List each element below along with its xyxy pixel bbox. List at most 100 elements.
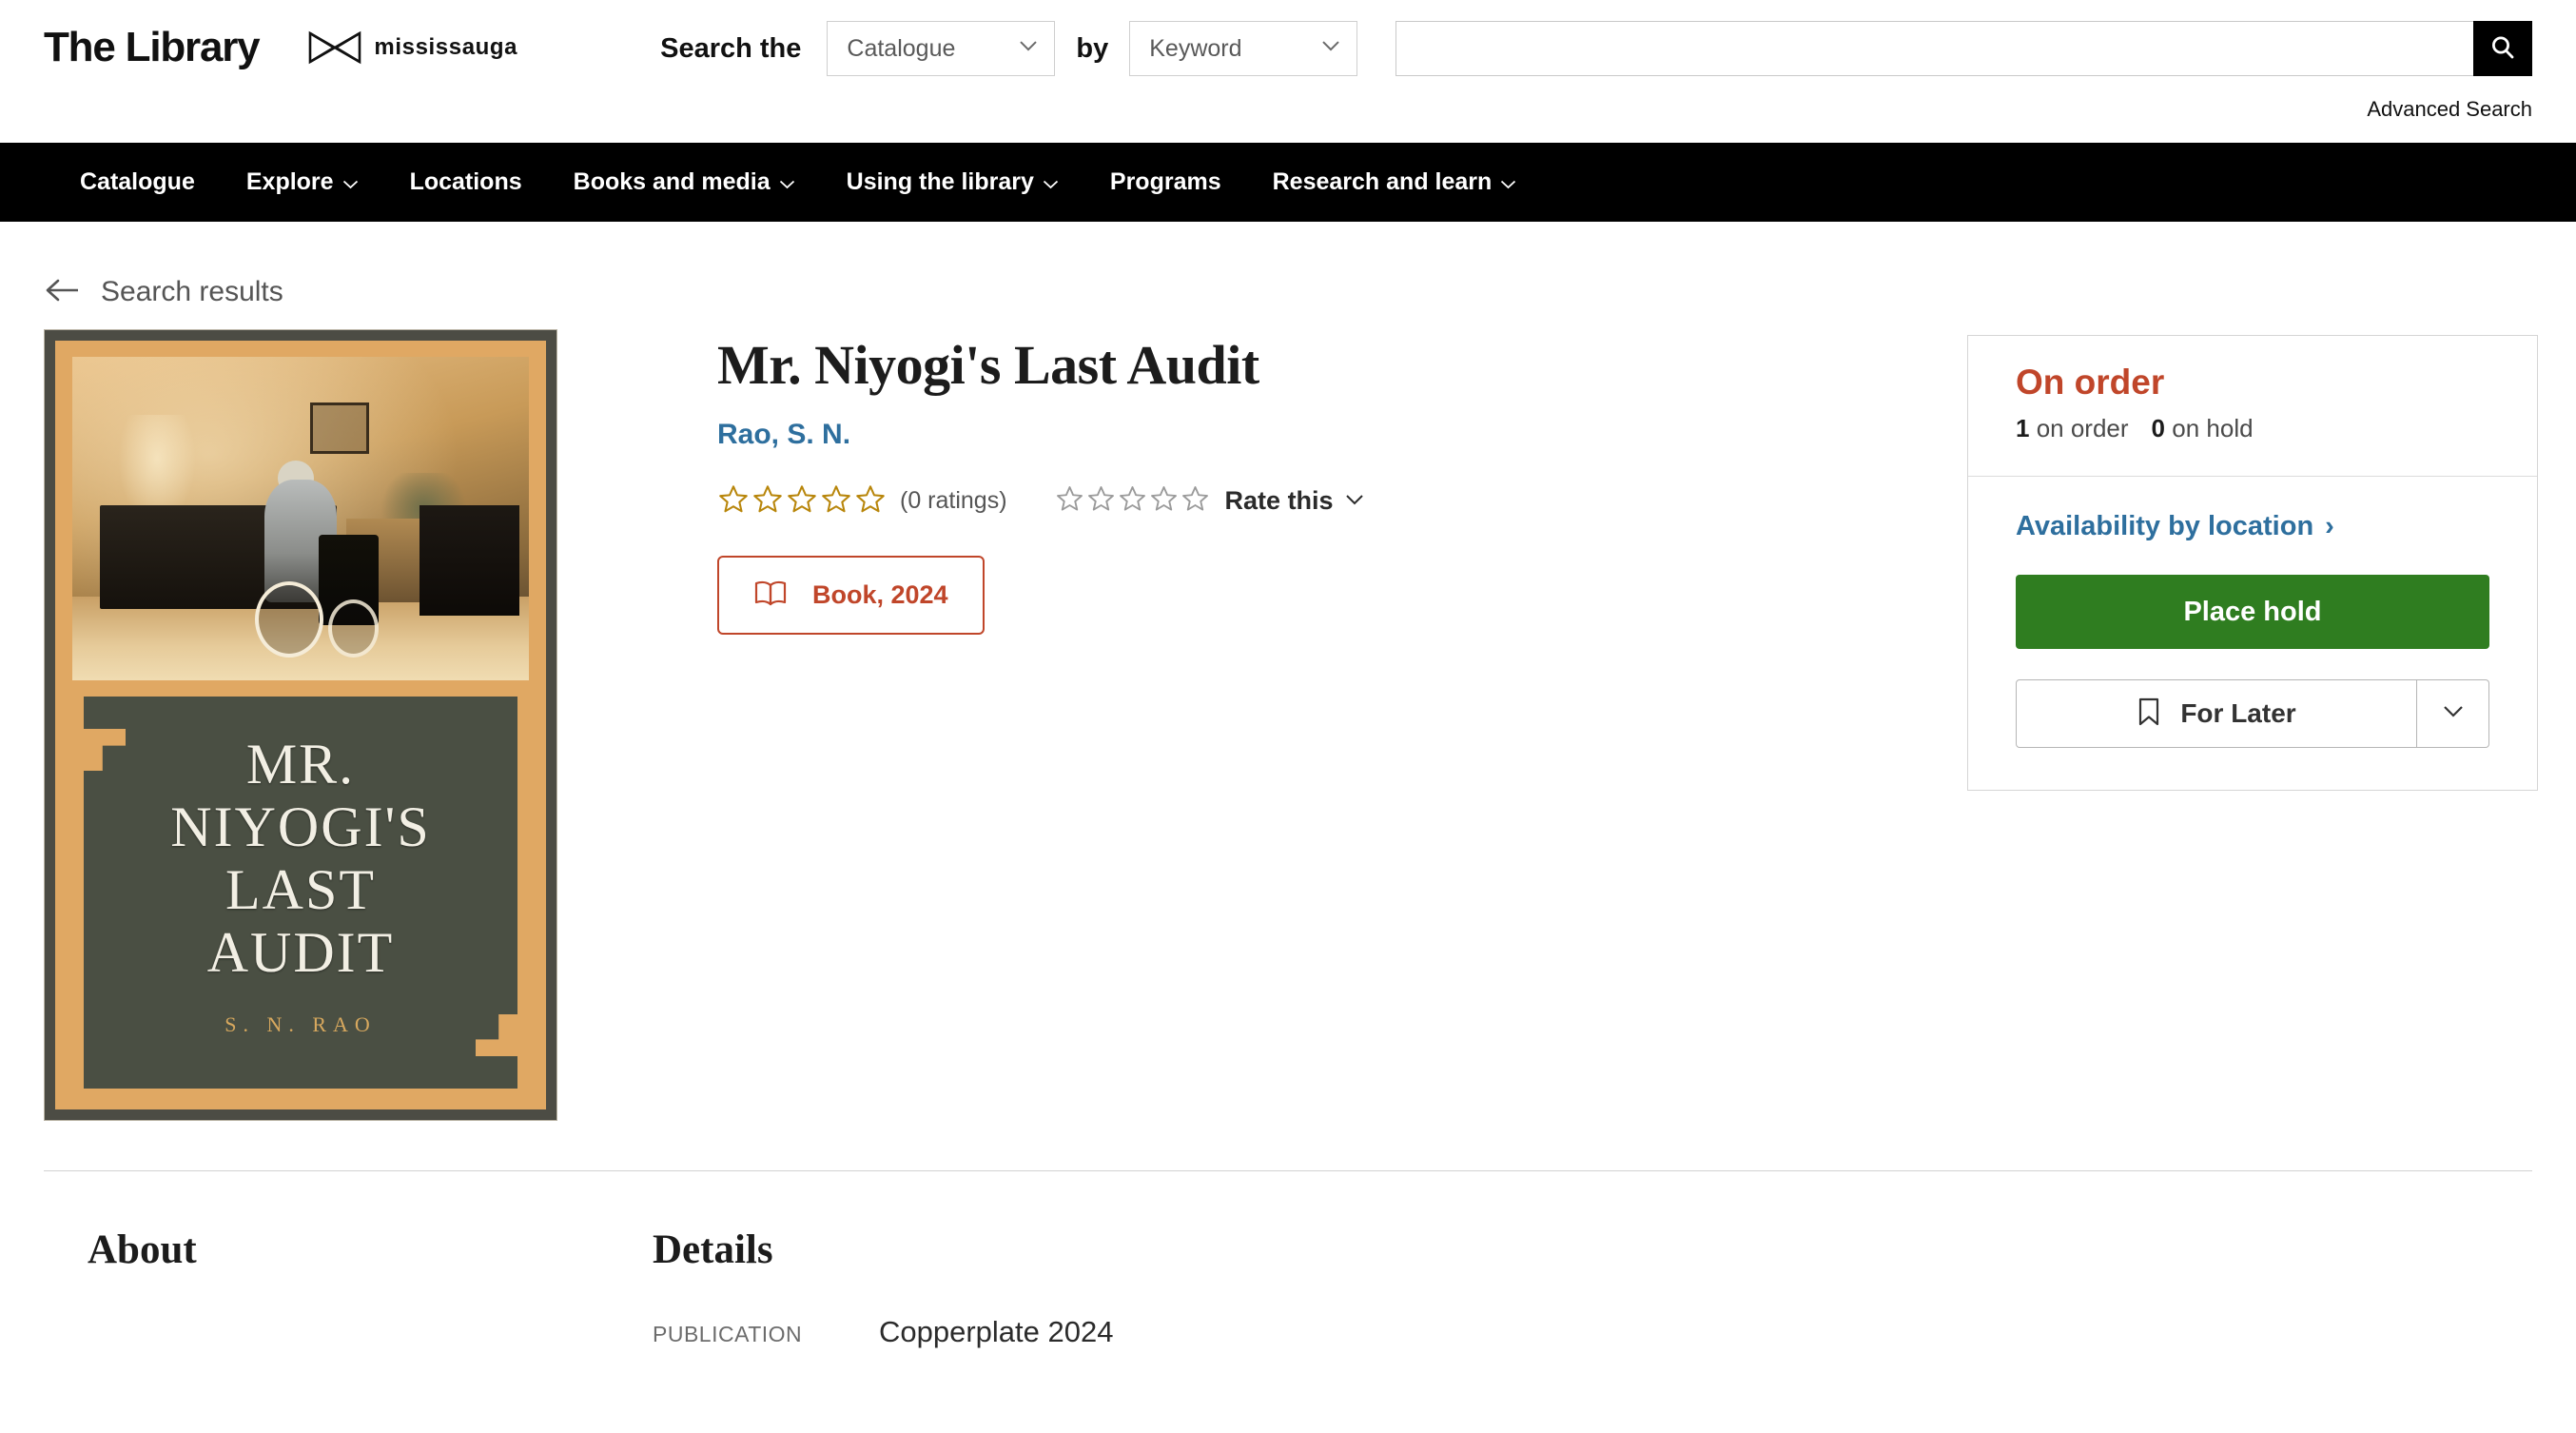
chevron-down-icon	[1345, 493, 1364, 510]
nav-item-programs[interactable]: Programs	[1084, 168, 1247, 196]
ratings-row: (0 ratings) Rate this	[717, 483, 1967, 520]
chevron-down-icon	[342, 168, 359, 196]
nav-item-label: Using the library	[846, 168, 1034, 195]
search-scope-select[interactable]: Catalogue	[827, 21, 1056, 76]
city-logo[interactable]: mississauga	[308, 30, 517, 65]
availability-actions-section: Availability by location › Place hold Fo…	[1968, 477, 2537, 790]
for-later-split-button: For Later	[2016, 679, 2489, 748]
cover-title-line: NIYOGI'S	[170, 795, 431, 858]
cover-inner-frame: MR. NIYOGI'S LAST AUDIT S. N. RAO	[55, 341, 546, 1109]
star-icon[interactable]	[1149, 484, 1179, 518]
book-cover-image[interactable]: MR. NIYOGI'S LAST AUDIT S. N. RAO	[44, 329, 557, 1121]
search-scope-value: Catalogue	[847, 34, 956, 62]
nav-item-catalogue[interactable]: Catalogue	[44, 168, 221, 196]
nav-item-books-and-media[interactable]: Books and media	[548, 168, 821, 196]
primary-nav: Catalogue Explore Locations Books and me…	[0, 143, 2576, 222]
nav-item-locations[interactable]: Locations	[384, 168, 548, 196]
global-search: Search the Catalogue by Keyword	[660, 0, 2532, 76]
on-order-label: on order	[2036, 414, 2129, 442]
availability-by-location-label: Availability by location	[2016, 511, 2314, 541]
star-icon	[717, 483, 750, 520]
on-order-count: 1	[2016, 414, 2030, 442]
availability-by-location-link[interactable]: Availability by location ›	[2016, 511, 2334, 542]
search-submit-button[interactable]	[2473, 21, 2532, 76]
nav-item-label: Locations	[409, 168, 522, 195]
cover-title-line: LAST	[225, 858, 376, 921]
rate-this-control[interactable]: Rate this	[1055, 484, 1364, 518]
on-hold-label: on hold	[2172, 414, 2254, 442]
lower-sections: About Details PUBLICATION Copperplate 20…	[0, 1227, 2576, 1349]
format-badge-label: Book, 2024	[812, 579, 948, 609]
status-badge: On order	[2016, 363, 2165, 402]
record-author-link[interactable]: Rao, S. N.	[717, 419, 850, 451]
brand-zone: The Library mississauga	[44, 0, 517, 71]
cover-title-line: AUDIT	[206, 921, 395, 984]
back-to-search-results-link[interactable]: Search results	[44, 276, 283, 308]
availability-counts: 1 on order 0 on hold	[2016, 414, 2489, 443]
city-logo-label: mississauga	[374, 34, 518, 60]
chevron-down-icon	[1043, 168, 1059, 196]
library-wordmark[interactable]: The Library	[44, 24, 261, 71]
nav-item-explore[interactable]: Explore	[221, 168, 384, 196]
format-badge-book-2024[interactable]: Book, 2024	[717, 555, 985, 635]
section-divider	[44, 1170, 2532, 1171]
average-rating-stars	[717, 483, 887, 520]
for-later-dropdown-toggle[interactable]	[2417, 679, 2489, 748]
record-title: Mr. Niyogi's Last Audit	[717, 334, 1259, 396]
search-field-wrap	[1395, 21, 2532, 76]
record-info-column: Mr. Niyogi's Last Audit Rao, S. N. (0 ra…	[557, 329, 1967, 1121]
detail-key: PUBLICATION	[653, 1322, 803, 1346]
mississauga-butterfly-icon	[308, 30, 361, 65]
nav-item-research-and-learn[interactable]: Research and learn	[1247, 168, 1543, 196]
star-icon[interactable]	[1055, 484, 1084, 518]
availability-card: On order 1 on order 0 on hold Availabilit…	[1967, 335, 2538, 791]
back-link-label: Search results	[101, 276, 283, 307]
nav-item-label: Research and learn	[1272, 168, 1493, 195]
chevron-down-icon	[1500, 168, 1516, 196]
star-icon	[786, 483, 818, 520]
star-icon[interactable]	[1086, 484, 1116, 518]
arrow-left-icon	[44, 277, 82, 308]
record-detail: MR. NIYOGI'S LAST AUDIT S. N. RAO Mr. Ni…	[0, 329, 2576, 1121]
for-later-button[interactable]: For Later	[2016, 679, 2417, 748]
bookmark-icon	[2137, 697, 2161, 732]
on-hold-count: 0	[2151, 414, 2166, 442]
advanced-search-link[interactable]: Advanced Search	[2367, 97, 2532, 122]
star-icon[interactable]	[1181, 484, 1210, 518]
nav-item-label: Books and media	[573, 168, 771, 195]
chevron-down-icon	[779, 168, 795, 196]
star-icon	[854, 483, 887, 520]
chevron-down-icon	[1321, 39, 1340, 56]
nav-item-label: Catalogue	[80, 168, 195, 195]
ratings-count-label: (0 ratings)	[900, 487, 1007, 515]
open-book-icon	[753, 579, 788, 612]
place-hold-button[interactable]: Place hold	[2016, 575, 2489, 649]
detail-value: Copperplate 2024	[879, 1315, 1114, 1348]
for-later-label: For Later	[2180, 698, 2296, 728]
chevron-right-icon: ›	[2325, 511, 2334, 541]
search-input[interactable]	[1395, 21, 2473, 76]
detail-row: PUBLICATION Copperplate 2024	[653, 1315, 2532, 1349]
nav-item-label: Explore	[245, 168, 334, 195]
cover-title-panel: MR. NIYOGI'S LAST AUDIT S. N. RAO	[84, 697, 517, 1089]
cover-column: MR. NIYOGI'S LAST AUDIT S. N. RAO	[44, 329, 557, 1121]
cover-title-line: MR.	[245, 733, 356, 795]
by-label: by	[1076, 32, 1109, 64]
nav-item-using-the-library[interactable]: Using the library	[821, 168, 1084, 196]
details-section: Details PUBLICATION Copperplate 2024	[653, 1227, 2532, 1349]
availability-status-section: On order 1 on order 0 on hold	[1968, 336, 2537, 477]
search-the-label: Search the	[660, 32, 802, 64]
search-field-value: Keyword	[1149, 34, 1242, 62]
star-icon	[820, 483, 852, 520]
availability-column: On order 1 on order 0 on hold Availabilit…	[1967, 329, 2538, 1121]
rate-this-label: Rate this	[1224, 486, 1334, 516]
rate-this-stars[interactable]	[1055, 484, 1210, 518]
nav-item-label: Programs	[1109, 168, 1221, 195]
site-header: The Library mississauga Search the Catal…	[0, 0, 2576, 143]
search-icon	[2488, 33, 2517, 65]
search-field-select[interactable]: Keyword	[1129, 21, 1358, 76]
cover-illustration	[72, 357, 529, 680]
details-heading: Details	[653, 1227, 773, 1272]
star-icon[interactable]	[1118, 484, 1147, 518]
about-section: About	[88, 1227, 653, 1349]
